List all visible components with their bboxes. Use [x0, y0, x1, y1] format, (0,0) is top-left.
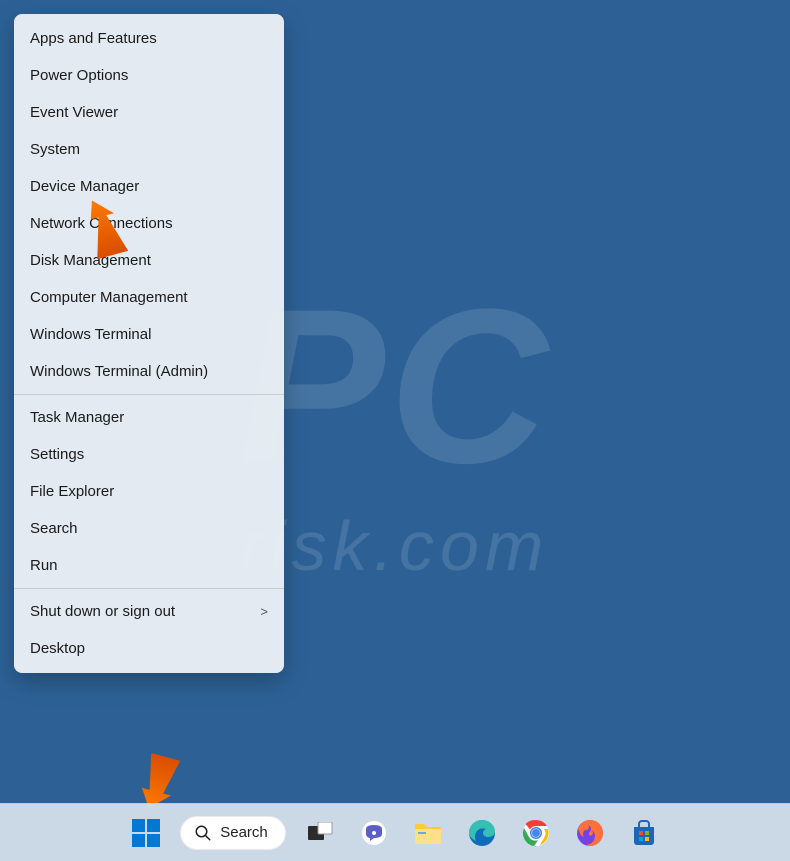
watermark-bottom: risk.com — [241, 506, 550, 586]
menu-item-shut-down-or-sign-out[interactable]: Shut down or sign out > — [14, 593, 284, 630]
menu-item-settings[interactable]: Settings — [14, 436, 284, 473]
menu-item-power-options[interactable]: Power Options — [14, 57, 284, 94]
menu-item-label: Apps and Features — [30, 30, 157, 47]
firefox-icon — [575, 818, 605, 848]
menu-separator — [14, 588, 284, 589]
menu-item-label: Shut down or sign out — [30, 603, 175, 620]
file-explorer-button[interactable] — [408, 813, 448, 853]
menu-item-label: Run — [30, 557, 58, 574]
taskbar: Search — [0, 803, 790, 861]
edge-icon — [467, 818, 497, 848]
menu-item-label: Network Connections — [30, 215, 173, 232]
chat-button[interactable] — [354, 813, 394, 853]
menu-item-label: System — [30, 141, 80, 158]
menu-item-label: Settings — [30, 446, 84, 463]
menu-item-apps-and-features[interactable]: Apps and Features — [14, 20, 284, 57]
menu-item-windows-terminal[interactable]: Windows Terminal — [14, 316, 284, 353]
edge-button[interactable] — [462, 813, 502, 853]
microsoft-store-button[interactable] — [624, 813, 664, 853]
menu-item-label: Power Options — [30, 67, 128, 84]
menu-item-label: Task Manager — [30, 409, 124, 426]
chevron-right-icon: > — [260, 604, 268, 619]
menu-item-label: Search — [30, 520, 78, 537]
windows-logo-icon — [132, 819, 160, 847]
task-view-button[interactable] — [300, 813, 340, 853]
menu-item-label: Desktop — [30, 640, 85, 657]
menu-item-network-connections[interactable]: Network Connections — [14, 205, 284, 242]
watermark-top: PC — [238, 276, 552, 496]
menu-item-disk-management[interactable]: Disk Management — [14, 242, 284, 279]
menu-item-label: Windows Terminal — [30, 326, 151, 343]
menu-item-task-manager[interactable]: Task Manager — [14, 399, 284, 436]
file-explorer-icon — [413, 818, 443, 848]
taskbar-search-label: Search — [220, 824, 268, 841]
menu-item-run[interactable]: Run — [14, 547, 284, 584]
menu-item-computer-management[interactable]: Computer Management — [14, 279, 284, 316]
menu-item-label: Computer Management — [30, 289, 188, 306]
menu-item-device-manager[interactable]: Device Manager — [14, 168, 284, 205]
menu-item-label: Disk Management — [30, 252, 151, 269]
winx-context-menu[interactable]: Apps and Features Power Options Event View… — [14, 14, 284, 673]
search-icon — [194, 824, 212, 842]
menu-item-search[interactable]: Search — [14, 510, 284, 547]
menu-separator — [14, 394, 284, 395]
menu-item-label: Device Manager — [30, 178, 139, 195]
chat-icon — [359, 818, 389, 848]
task-view-icon — [305, 818, 335, 848]
start-button[interactable] — [126, 813, 166, 853]
menu-item-label: Event Viewer — [30, 104, 118, 121]
firefox-button[interactable] — [570, 813, 610, 853]
menu-item-file-explorer[interactable]: File Explorer — [14, 473, 284, 510]
menu-item-windows-terminal-admin[interactable]: Windows Terminal (Admin) — [14, 353, 284, 390]
menu-item-desktop[interactable]: Desktop — [14, 630, 284, 667]
microsoft-store-icon — [629, 818, 659, 848]
chrome-button[interactable] — [516, 813, 556, 853]
menu-item-label: File Explorer — [30, 483, 114, 500]
menu-item-system[interactable]: System — [14, 131, 284, 168]
menu-item-event-viewer[interactable]: Event Viewer — [14, 94, 284, 131]
menu-item-label: Windows Terminal (Admin) — [30, 363, 208, 380]
chrome-icon — [521, 818, 551, 848]
taskbar-search[interactable]: Search — [180, 816, 286, 850]
